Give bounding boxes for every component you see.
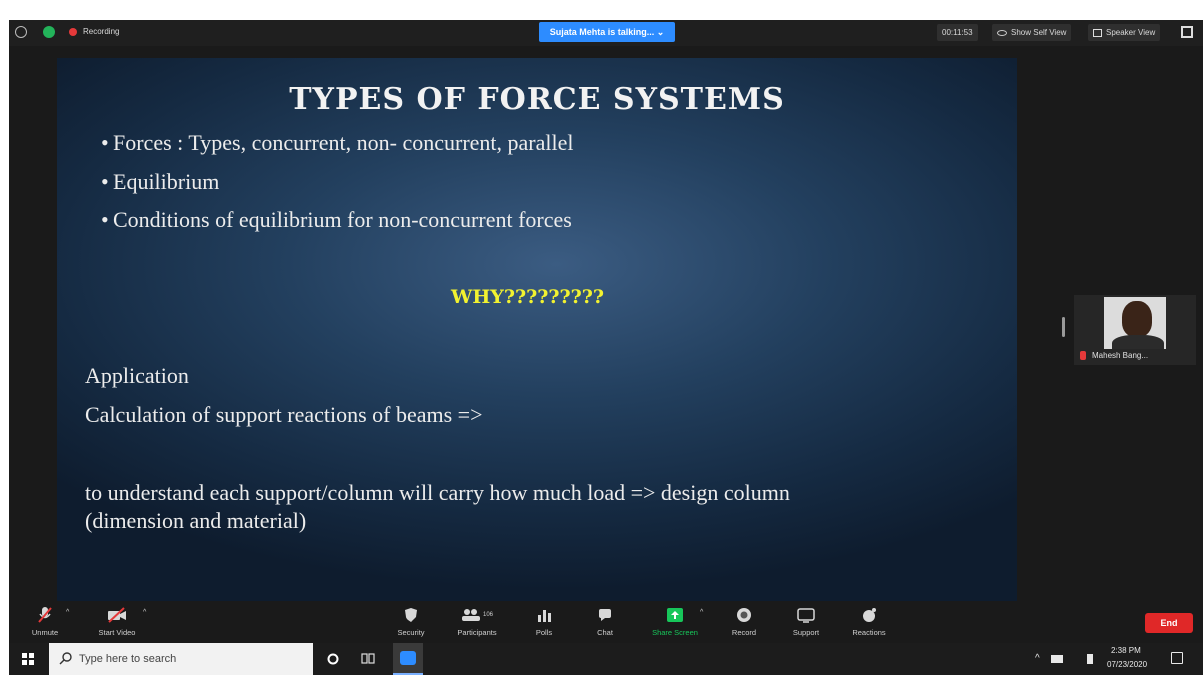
share-screen-button[interactable]: Share Screen bbox=[645, 605, 705, 637]
volume-icon[interactable] bbox=[1087, 654, 1095, 664]
recording-label: Recording bbox=[83, 27, 120, 36]
application-line: Calculation of support reactions of beam… bbox=[85, 402, 483, 427]
microphone-muted-icon bbox=[38, 607, 52, 623]
network-icon[interactable] bbox=[1051, 655, 1063, 663]
end-meeting-button[interactable]: End bbox=[1145, 613, 1193, 633]
recording-dot-icon bbox=[69, 28, 77, 36]
share-options-caret[interactable]: ^ bbox=[700, 609, 703, 616]
participant-video bbox=[1104, 297, 1166, 349]
windows-taskbar: Type here to search ^ 2:38 PM 07/23/2020 bbox=[9, 643, 1203, 675]
audio-options-caret[interactable]: ^ bbox=[66, 609, 69, 616]
participant-thumbnail[interactable]: Mahesh Bang... bbox=[1074, 295, 1196, 365]
top-bar: Recording Sujata Mehta is talking... ⌄ 0… bbox=[9, 20, 1203, 46]
search-icon bbox=[59, 652, 72, 665]
cortana-circle-icon[interactable] bbox=[327, 653, 339, 665]
chat-bubble-icon bbox=[599, 609, 611, 621]
support-monitor-icon bbox=[797, 607, 815, 623]
polls-button[interactable]: Polls bbox=[514, 605, 574, 637]
start-video-label: Start Video bbox=[98, 628, 136, 637]
understand-line-2: (dimension and material) bbox=[85, 508, 307, 533]
application-heading: Application bbox=[85, 363, 189, 388]
taskbar-search-box[interactable]: Type here to search bbox=[49, 643, 313, 675]
zoom-window: Recording Sujata Mehta is talking... ⌄ 0… bbox=[9, 20, 1203, 643]
record-icon bbox=[737, 608, 751, 622]
task-view-icon[interactable] bbox=[361, 652, 375, 665]
polls-bar-icon bbox=[538, 610, 551, 622]
windows-start-icon[interactable] bbox=[22, 653, 34, 665]
info-icon[interactable] bbox=[15, 26, 27, 38]
support-label: Support bbox=[792, 628, 820, 637]
show-self-view-button[interactable]: Show Self View bbox=[992, 24, 1072, 41]
bullet-text: Conditions of equilibrium for non-concur… bbox=[113, 207, 572, 232]
reactions-button[interactable]: Reactions bbox=[839, 605, 899, 637]
slide-bullet: • Forces : Types, concurrent, non- concur… bbox=[101, 130, 574, 155]
tray-caret-icon[interactable]: ^ bbox=[1035, 653, 1040, 664]
share-screen-label: Share Screen bbox=[652, 628, 698, 637]
shield-icon bbox=[405, 608, 417, 622]
polls-label: Polls bbox=[535, 628, 553, 637]
speaker-view-button[interactable]: Speaker View bbox=[1088, 24, 1161, 41]
person-head-shape bbox=[1122, 301, 1152, 337]
bullet-text: Forces : Types, concurrent, non- concurr… bbox=[113, 130, 574, 155]
speaker-view-label: Speaker View bbox=[1106, 28, 1156, 37]
participant-name: Mahesh Bang... bbox=[1080, 351, 1149, 360]
panel-resize-handle[interactable] bbox=[1062, 317, 1065, 337]
video-options-caret[interactable]: ^ bbox=[143, 609, 146, 616]
tray-date: 07/23/2020 bbox=[1107, 660, 1148, 669]
support-button[interactable]: Support bbox=[776, 605, 836, 637]
understand-line-1: to understand each support/column will c… bbox=[85, 480, 790, 505]
record-label: Record bbox=[731, 628, 757, 637]
reactions-label: Reactions bbox=[852, 628, 886, 637]
bullet-text: Equilibrium bbox=[113, 169, 220, 194]
participants-count: 106 bbox=[482, 612, 493, 618]
zoom-app-icon bbox=[400, 651, 416, 665]
share-screen-icon bbox=[667, 608, 683, 622]
record-button[interactable]: Record bbox=[714, 605, 774, 637]
muted-mic-icon bbox=[1080, 351, 1086, 360]
participants-button[interactable]: 106 Participants bbox=[447, 605, 507, 637]
start-video-button[interactable]: Start Video bbox=[87, 605, 147, 637]
encryption-shield-icon[interactable] bbox=[43, 26, 55, 38]
reactions-smiley-icon bbox=[863, 608, 876, 622]
tray-time: 2:38 PM bbox=[1111, 646, 1141, 655]
slide-title: TYPES OF FORCE SYSTEMS bbox=[289, 82, 785, 117]
why-heading: WHY????????? bbox=[451, 286, 605, 308]
notifications-icon[interactable] bbox=[1171, 652, 1183, 664]
person-shirt-shape bbox=[1112, 335, 1164, 349]
show-self-view-label: Show Self View bbox=[1011, 28, 1067, 37]
security-button[interactable]: Security bbox=[381, 605, 441, 637]
chat-label: Chat bbox=[597, 628, 613, 637]
meeting-controls: Unmute ^ Start Video ^ Security 106 Part… bbox=[9, 603, 1203, 643]
unmute-label: Unmute bbox=[31, 628, 59, 637]
video-off-icon bbox=[108, 607, 126, 623]
active-speaker-banner[interactable]: Sujata Mehta is talking... ⌄ bbox=[539, 22, 675, 42]
shared-slide: TYPES OF FORCE SYSTEMS • Forces : Types, … bbox=[57, 58, 1017, 601]
zoom-taskbar-app[interactable] bbox=[393, 643, 423, 675]
grid-view-icon bbox=[1093, 28, 1102, 37]
meeting-timer: 00:11:53 bbox=[937, 24, 978, 41]
taskbar-search-placeholder: Type here to search bbox=[79, 653, 177, 665]
slide-bullet: • Equilibrium bbox=[101, 169, 220, 194]
participants-icon bbox=[461, 609, 480, 621]
chat-button[interactable]: Chat bbox=[575, 605, 635, 637]
security-label: Security bbox=[397, 628, 425, 637]
participant-name-label: Mahesh Bang... bbox=[1092, 351, 1149, 360]
eye-icon bbox=[997, 29, 1007, 36]
participants-label: Participants bbox=[457, 628, 497, 637]
fullscreen-icon[interactable] bbox=[1181, 26, 1193, 38]
slide-bullet: • Conditions of equilibrium for non-concu… bbox=[101, 207, 572, 232]
